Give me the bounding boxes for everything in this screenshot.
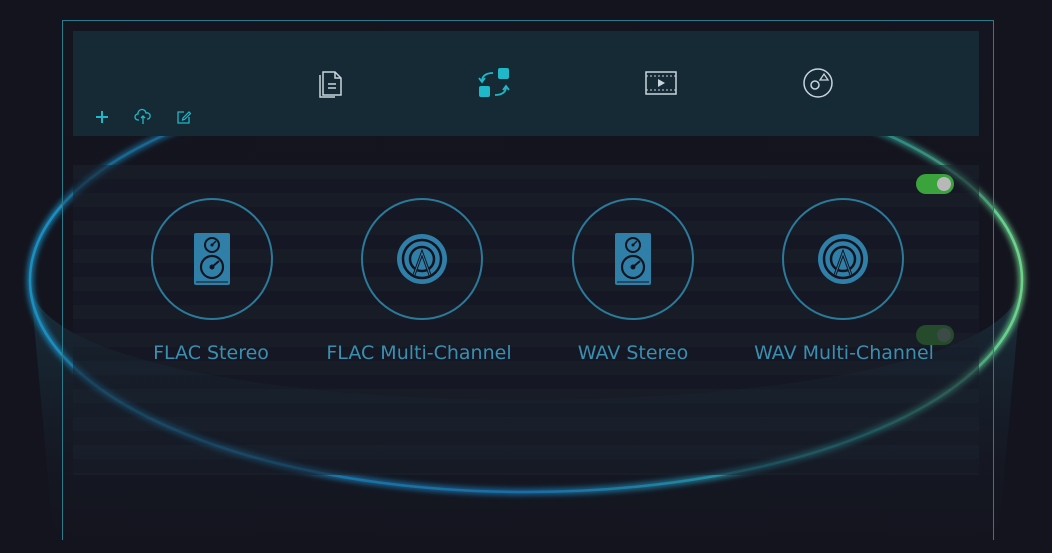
format-option-wav-multichannel[interactable]: WAV Multi-Channel [734,198,954,378]
plus-icon[interactable] [93,108,111,126]
toggle-knob [937,177,951,191]
broadcast-icon [818,234,868,284]
cloud-upload-icon[interactable] [134,108,152,126]
format-option-flac-multichannel[interactable]: FLAC Multi-Channel [313,198,533,378]
convert-icon[interactable] [477,67,510,99]
format-circle [782,198,904,320]
toggle-switch-on[interactable] [916,174,954,194]
format-circle [151,198,273,320]
format-label: FLAC Multi-Channel [326,342,512,364]
format-circle [361,198,483,320]
toolbar [73,31,979,136]
format-option-flac-stereo[interactable]: FLAC Stereo [103,198,323,378]
format-label: WAV Stereo [577,342,689,364]
video-icon[interactable] [644,67,677,99]
speaker-icon [194,233,230,285]
documents-icon[interactable] [317,67,349,99]
edit-icon[interactable] [175,108,193,126]
format-option-wav-stereo[interactable]: WAV Stereo [524,198,744,378]
disc-icon[interactable] [802,67,834,99]
format-label: WAV Multi-Channel [754,342,934,364]
format-circle [572,198,694,320]
broadcast-icon [397,234,447,284]
speaker-icon [615,233,651,285]
format-label: FLAC Stereo [153,342,269,364]
app-stage: FLAC Stereo FLAC Multi-Channel WAV Stere… [0,0,1052,553]
